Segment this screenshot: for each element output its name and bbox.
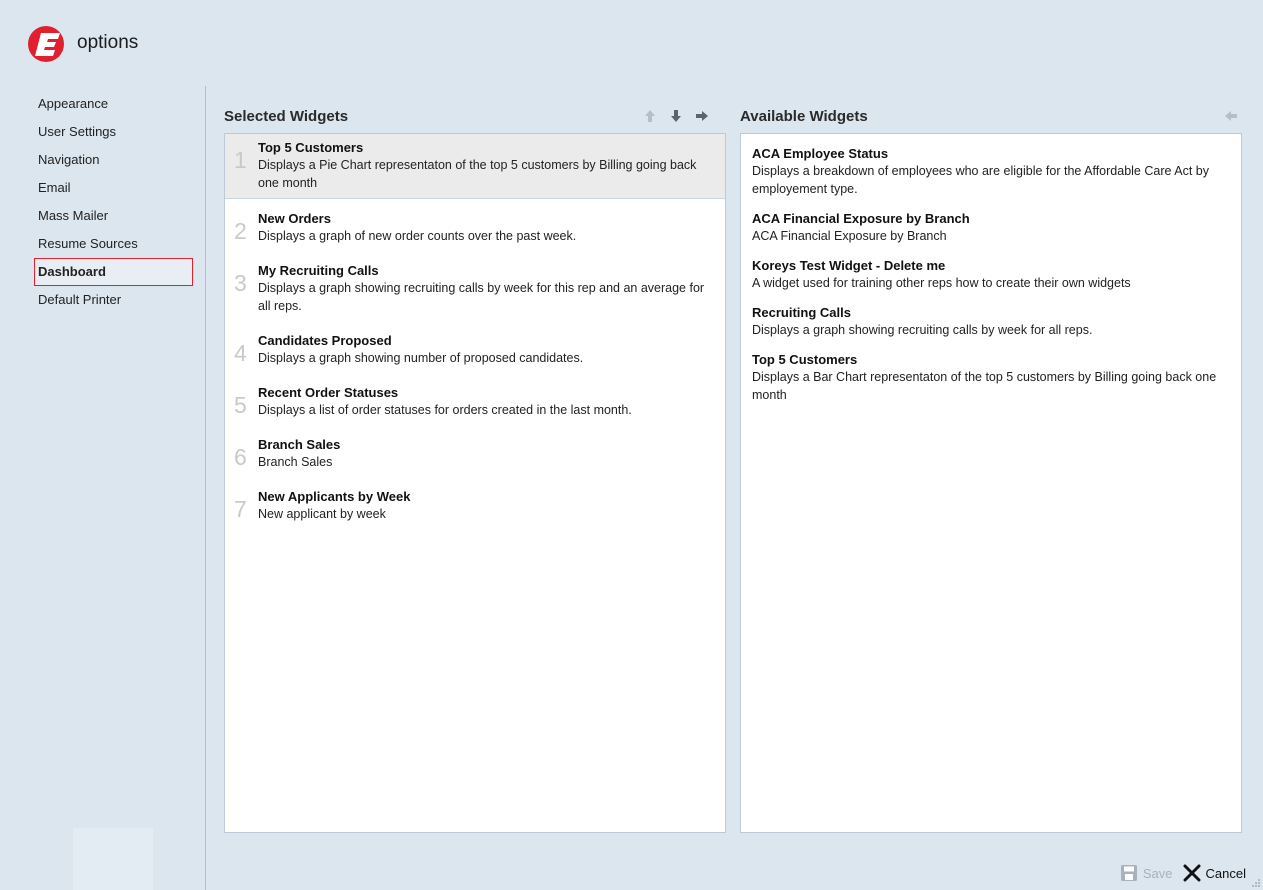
available-widgets-title: Available Widgets xyxy=(740,107,868,125)
available-widget-item[interactable]: Top 5 Customers Displays a Bar Chart rep… xyxy=(741,352,1241,404)
save-button[interactable]: Save xyxy=(1117,864,1176,882)
cancel-button[interactable]: Cancel xyxy=(1180,864,1249,882)
widget-name: Top 5 Customers xyxy=(752,352,858,367)
widget-description: Branch Sales xyxy=(258,455,333,469)
widget-name: Top 5 Customers xyxy=(258,140,364,155)
app-title: options xyxy=(77,32,139,53)
widget-description: Displays a graph showing recruiting call… xyxy=(752,323,1093,337)
widget-description: Displays a graph showing number of propo… xyxy=(258,351,584,365)
widget-name: Candidates Proposed xyxy=(258,333,392,348)
selected-widgets-header: Selected Widgets xyxy=(224,104,348,128)
arrow-left-icon[interactable] xyxy=(1223,108,1239,124)
selected-widget-item[interactable]: 2 New Orders Displays a graph of new ord… xyxy=(225,205,725,251)
widget-description: Displays a Bar Chart representaton of th… xyxy=(752,370,1217,402)
widget-name: Recruiting Calls xyxy=(752,305,851,320)
widget-number: 7 xyxy=(234,496,247,522)
available-widgets-header: Available Widgets xyxy=(740,104,868,128)
sidebar-item-navigation[interactable]: Navigation xyxy=(36,146,196,174)
sidebar-item-user-settings[interactable]: User Settings xyxy=(36,118,196,146)
selected-widget-item[interactable]: 4 Candidates Proposed Displays a graph s… xyxy=(225,327,725,373)
selected-widget-item[interactable]: 5 Recent Order Statuses Displays a list … xyxy=(225,379,725,425)
save-icon xyxy=(1120,865,1137,881)
widget-description: A widget used for training other reps ho… xyxy=(752,276,1131,290)
widget-name: Recent Order Statuses xyxy=(258,385,399,400)
widget-number: 3 xyxy=(234,270,247,296)
widget-name: Branch Sales xyxy=(258,437,341,452)
sidebar-item-default-printer[interactable]: Default Printer xyxy=(36,286,196,314)
selected-widgets-toolbar xyxy=(642,104,710,128)
widget-number: 2 xyxy=(234,218,247,244)
close-icon xyxy=(1183,864,1201,882)
widget-description: New applicant by week xyxy=(258,507,386,521)
widget-number: 6 xyxy=(234,444,247,470)
sidebar-item-dashboard[interactable]: Dashboard xyxy=(34,258,193,286)
widget-description: ACA Financial Exposure by Branch xyxy=(752,229,947,243)
available-widgets-list: ACA Employee Status Displays a breakdown… xyxy=(740,133,1242,833)
widget-number: 1 xyxy=(234,147,247,173)
widget-description: Displays a Pie Chart representaton of th… xyxy=(258,158,697,190)
sidebar-item-appearance[interactable]: Appearance xyxy=(36,90,196,118)
dialog-footer: Save Cancel xyxy=(1117,860,1249,886)
available-widget-item[interactable]: ACA Employee Status Displays a breakdown… xyxy=(741,134,1241,198)
widget-name: ACA Financial Exposure by Branch xyxy=(752,211,970,226)
sidebar-item-email[interactable]: Email xyxy=(36,174,196,202)
widget-number: 4 xyxy=(234,340,247,366)
selected-widget-item[interactable]: 3 My Recruiting Calls Displays a graph s… xyxy=(225,257,725,321)
sidebar-footer-block xyxy=(73,828,153,890)
app-logo-icon xyxy=(28,26,64,62)
widget-description: Displays a graph of new order counts ove… xyxy=(258,229,577,243)
sidebar-item-mass-mailer[interactable]: Mass Mailer xyxy=(36,202,196,230)
widget-name: New Orders xyxy=(258,211,331,226)
selected-widget-item[interactable]: 6 Branch Sales Branch Sales xyxy=(225,431,725,477)
save-label: Save xyxy=(1142,865,1173,881)
widget-description: Displays a list of order statuses for or… xyxy=(258,403,632,417)
cancel-label: Cancel xyxy=(1205,865,1246,881)
sidebar-item-resume-sources[interactable]: Resume Sources xyxy=(36,230,196,258)
available-widget-item[interactable]: Recruiting Calls Displays a graph showin… xyxy=(741,305,1241,339)
widget-description: Displays a breakdown of employees who ar… xyxy=(752,164,1209,196)
widget-name: New Applicants by Week xyxy=(258,489,411,504)
widget-number: 5 xyxy=(234,392,247,418)
available-widget-item[interactable]: Koreys Test Widget - Delete me A widget … xyxy=(741,258,1241,292)
selected-widget-item[interactable]: 7 New Applicants by Week New applicant b… xyxy=(225,483,725,529)
widget-name: Koreys Test Widget - Delete me xyxy=(752,258,946,273)
vertical-divider xyxy=(205,86,206,890)
selected-widgets-list: 1 Top 5 Customers Displays a Pie Chart r… xyxy=(224,133,726,833)
widget-description: Displays a graph showing recruiting call… xyxy=(258,281,705,313)
arrow-up-icon[interactable] xyxy=(642,108,658,124)
available-widget-item[interactable]: ACA Financial Exposure by Branch ACA Fin… xyxy=(741,211,1241,245)
arrow-down-icon[interactable] xyxy=(668,108,684,124)
arrow-right-icon[interactable] xyxy=(694,108,710,124)
resize-grip-icon[interactable] xyxy=(1251,878,1261,888)
selected-widget-item[interactable]: 1 Top 5 Customers Displays a Pie Chart r… xyxy=(225,134,725,199)
sidebar-nav: Appearance User Settings Navigation Emai… xyxy=(34,90,196,314)
selected-widgets-title: Selected Widgets xyxy=(224,107,349,125)
widget-name: ACA Employee Status xyxy=(752,146,889,161)
available-widgets-toolbar xyxy=(1223,104,1239,128)
widget-name: My Recruiting Calls xyxy=(258,263,379,278)
app-header: options xyxy=(27,24,138,64)
